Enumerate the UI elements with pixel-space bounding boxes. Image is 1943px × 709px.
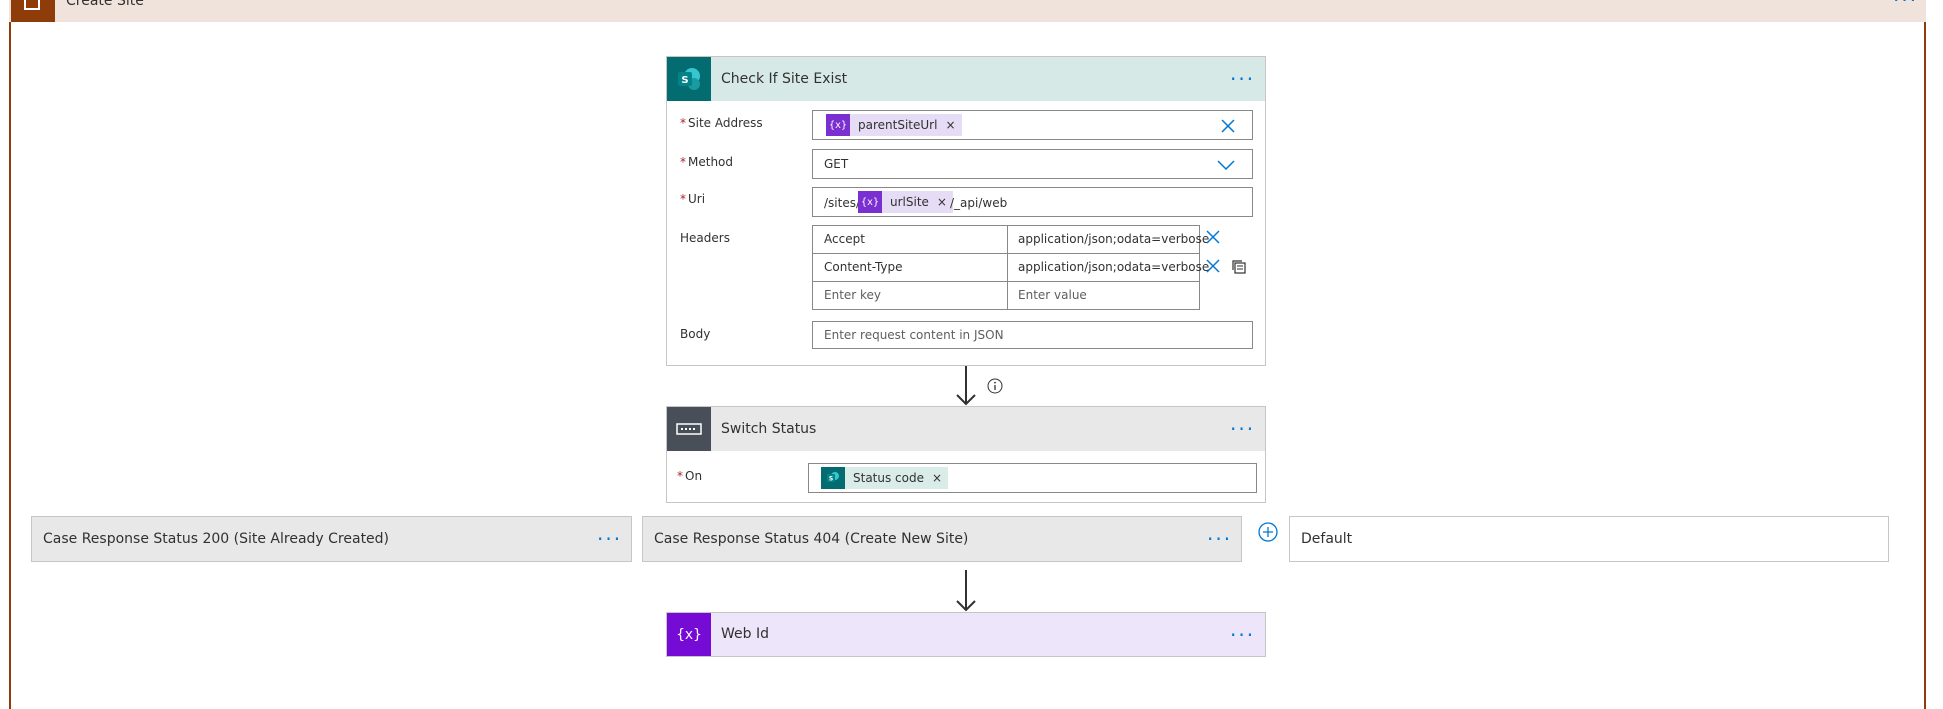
body-label: Body [680,327,711,341]
method-dropdown[interactable]: GET [812,149,1253,179]
remove-token-icon[interactable]: × [932,471,942,485]
header-key-input[interactable]: Enter key [812,281,1008,310]
method-value: GET [824,157,849,171]
remove-token-icon[interactable]: × [937,195,947,209]
scope-brackets-icon [24,0,40,10]
info-icon[interactable] [987,378,1003,394]
body-placeholder: Enter request content in JSON [824,328,1004,342]
case-label-200: Case Response Status 200 (Site Already C… [43,531,390,547]
clear-icon[interactable] [1221,119,1235,133]
delete-header-icon[interactable] [1206,230,1220,244]
sharepoint-icon: S [821,467,845,489]
svg-text:S: S [829,476,833,483]
scope-title: Create Site [66,0,144,9]
uri-label: * Uri [680,192,706,206]
header-value-input[interactable]: Enter value [1007,281,1200,310]
case-404-more-options[interactable] [1207,529,1232,549]
svg-text:S: S [681,75,688,86]
action-title-web-id: Web Id [721,626,769,642]
switch-status-more-options[interactable] [1230,419,1255,439]
add-case-icon[interactable] [1258,522,1278,542]
header-key-cell[interactable]: Accept [812,225,1008,254]
scope-header[interactable]: Create Site [9,0,1926,22]
variable-icon: {x} [667,613,711,656]
header-key-cell[interactable]: Content-Type [812,253,1008,282]
site-address-input[interactable]: {x} parentSiteUrl × [812,110,1253,140]
sharepoint-icon: S [667,57,711,101]
action-card-check-site: S Check If Site Exist *Site Address {x} … [666,56,1266,366]
case-label-404: Case Response Status 404 (Create New Sit… [654,531,969,547]
arrow-down-icon [956,600,976,612]
arrow-down-icon [956,394,976,406]
variable-icon: {x} [858,191,882,213]
check-site-more-options[interactable] [1230,69,1255,89]
action-title-switch-status: Switch Status [721,421,817,437]
uri-input[interactable]: /sites/ {x} urlSite × /_api/web [812,187,1253,217]
switch-to-text-mode-icon[interactable] [1230,258,1246,274]
action-header-check-site[interactable]: S Check If Site Exist [667,57,1265,101]
web-id-more-options[interactable] [1230,625,1255,645]
scope-more-options[interactable] [1893,0,1918,10]
case-branch-404[interactable]: Case Response Status 404 (Create New Sit… [642,516,1242,562]
uri-prefix: /sites/ [824,196,861,210]
remove-token-icon[interactable]: × [945,118,955,132]
action-header-switch-status[interactable]: Switch Status [667,407,1265,451]
case-branch-200[interactable]: Case Response Status 200 (Site Already C… [31,516,632,562]
header-value-cell[interactable]: application/json;odata=verbose [1007,225,1209,254]
headers-label: Headers [680,231,730,245]
site-address-label: * Site Address [680,116,763,130]
token-status-code: S Status code × [821,467,949,489]
delete-header-icon[interactable] [1206,259,1220,273]
scope-icon [11,0,55,22]
action-title-check-site: Check If Site Exist [721,71,848,87]
switch-icon [667,407,711,451]
default-label: Default [1301,531,1353,547]
action-card-switch-status: Switch Status *On S Status code × [666,406,1266,503]
method-label: * Method [680,155,734,169]
token-url-site: {x} urlSite × [858,191,953,213]
action-card-web-id[interactable]: {x} Web Id [666,612,1266,657]
header-value-cell[interactable]: application/json;odata=verbose [1007,253,1209,282]
chevron-down-icon[interactable] [1217,160,1235,170]
default-branch[interactable]: Default [1289,516,1889,562]
on-label: * On [677,469,703,483]
uri-suffix: /_api/web [950,196,1008,210]
token-parent-site-url: {x} parentSiteUrl × [826,114,962,136]
case-200-more-options[interactable] [597,529,622,549]
body-input[interactable]: Enter request content in JSON [812,321,1253,349]
variable-icon: {x} [826,114,850,136]
on-input[interactable]: S Status code × [808,463,1257,493]
